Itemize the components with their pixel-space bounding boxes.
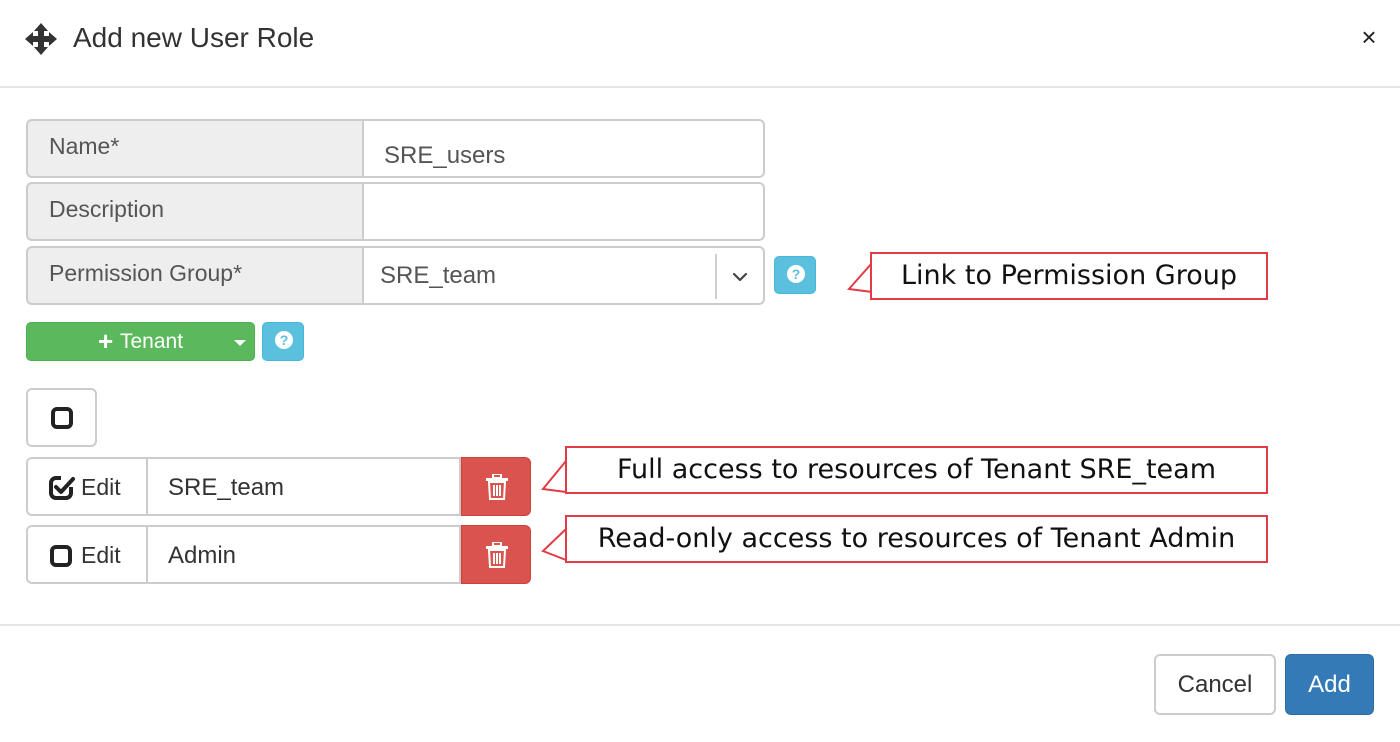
cancel-button[interactable]: Cancel xyxy=(1154,654,1276,715)
square-icon xyxy=(50,545,72,567)
plus-icon: + xyxy=(98,326,114,356)
callout-tenant-read-only: Read-only access to resources of Tenant … xyxy=(565,515,1268,563)
callout-tenant-full-access: Full access to resources of Tenant SRE_t… xyxy=(565,446,1268,494)
edit-label: Edit xyxy=(81,474,121,500)
description-row: Description xyxy=(26,182,765,241)
delete-tenant-button[interactable] xyxy=(461,457,531,516)
add-user-role-dialog: Add new User Role × Name* Description Pe… xyxy=(0,0,1400,742)
dialog-header: Add new User Role × xyxy=(0,0,1400,88)
tenant-help-button[interactable]: ? xyxy=(262,322,304,361)
edit-checkbox[interactable]: Edit xyxy=(26,457,146,516)
permission-group-label: Permission Group* xyxy=(26,246,362,305)
trash-icon xyxy=(486,542,508,568)
tenant-name: SRE_team xyxy=(146,457,461,516)
callout-permission-group: Link to Permission Group xyxy=(870,252,1268,300)
tenant-row: Edit Admin xyxy=(26,525,531,584)
add-tenant-button[interactable]: + Tenant xyxy=(26,322,255,361)
chevron-down-icon xyxy=(732,272,748,282)
close-button[interactable]: × xyxy=(1354,22,1384,52)
square-icon xyxy=(51,407,73,429)
name-row: Name* xyxy=(26,119,765,178)
add-tenant-label: Tenant xyxy=(120,330,184,353)
move-icon[interactable] xyxy=(24,22,58,56)
question-icon: ? xyxy=(275,331,293,349)
check-square-icon xyxy=(49,475,75,500)
trash-icon xyxy=(486,474,508,500)
permission-group-help-button[interactable]: ? xyxy=(774,256,816,294)
select-arrow[interactable] xyxy=(715,254,761,299)
question-icon: ? xyxy=(787,265,805,283)
description-input[interactable] xyxy=(362,182,765,241)
permission-group-value: SRE_team xyxy=(380,262,497,289)
edit-checkbox[interactable]: Edit xyxy=(26,525,146,584)
dialog-title: Add new User Role xyxy=(73,22,315,53)
description-label: Description xyxy=(26,182,362,241)
caret-down-icon[interactable] xyxy=(234,340,246,346)
name-input[interactable] xyxy=(362,119,765,178)
permission-group-select[interactable]: SRE_team xyxy=(362,246,765,305)
delete-tenant-button[interactable] xyxy=(461,525,531,584)
tenant-name: Admin xyxy=(146,525,461,584)
add-button[interactable]: Add xyxy=(1285,654,1374,715)
permission-group-row: Permission Group* SRE_team xyxy=(26,246,765,305)
name-label: Name* xyxy=(26,119,362,178)
tenant-row: Edit SRE_team xyxy=(26,457,531,516)
edit-label: Edit xyxy=(81,542,121,568)
select-all-checkbox[interactable] xyxy=(26,388,97,447)
